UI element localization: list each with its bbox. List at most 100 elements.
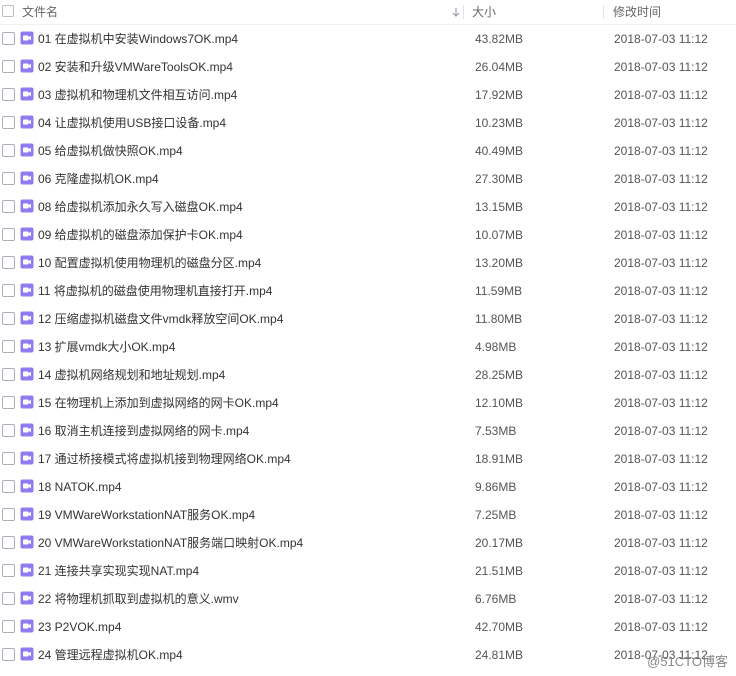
row-checkbox[interactable]	[2, 564, 15, 577]
file-row[interactable]: 02 安装和升级VMWareToolsOK.mp4 26.04MB 2018-07-…	[0, 53, 736, 81]
file-size: 13.20MB	[475, 256, 524, 270]
file-row[interactable]: 22 将物理机抓取到虚拟机的意义.wmv 6.76MB 2018-07-03 11:…	[0, 585, 736, 613]
file-row[interactable]: 11 将虚拟机的磁盘使用物理机直接打开.mp4 11.59MB 2018-07-03…	[0, 277, 736, 305]
file-name[interactable]: 14 虚拟机网络规划和地址规划.mp4	[38, 361, 225, 389]
file-size: 7.53MB	[475, 424, 517, 438]
file-modified-date: 2018-07-03 11:12	[614, 452, 708, 466]
file-name[interactable]: 02 安装和升级VMWareToolsOK.mp4	[38, 53, 233, 81]
file-name[interactable]: 24 管理远程虚拟机OK.mp4	[38, 641, 183, 669]
file-name[interactable]: 15 在物理机上添加到虚拟网络的网卡OK.mp4	[38, 389, 279, 417]
file-row[interactable]: 14 虚拟机网络规划和地址规划.mp4 28.25MB 2018-07-03 11:…	[0, 361, 736, 389]
file-row[interactable]: 24 管理远程虚拟机OK.mp4 24.81MB 2018-07-03 11:12	[0, 641, 736, 669]
row-checkbox[interactable]	[2, 340, 15, 353]
row-checkbox[interactable]	[2, 172, 15, 185]
file-name[interactable]: 10 配置虚拟机使用物理机的磁盘分区.mp4	[38, 249, 261, 277]
row-checkbox[interactable]	[2, 368, 15, 381]
file-name[interactable]: 09 给虚拟机的磁盘添加保护卡OK.mp4	[38, 221, 243, 249]
file-row[interactable]: 10 配置虚拟机使用物理机的磁盘分区.mp4 13.20MB 2018-07-03 …	[0, 249, 736, 277]
file-size: 10.23MB	[475, 116, 524, 130]
file-name[interactable]: 20 VMWareWorkstationNAT服务端口映射OK.mp4	[38, 529, 303, 557]
file-modified-date: 2018-07-03 11:12	[614, 116, 708, 130]
column-header-name-label: 文件名	[22, 5, 59, 19]
file-row[interactable]: 03 虚拟机和物理机文件相互访问.mp4 17.92MB 2018-07-03 11…	[0, 81, 736, 109]
file-row[interactable]: 23 P2VOK.mp4 42.70MB 2018-07-03 11:12	[0, 613, 736, 641]
file-row[interactable]: 12 压缩虚拟机磁盘文件vmdk释放空间OK.mp4 11.80MB 2018-07…	[0, 305, 736, 333]
file-size: 17.92MB	[475, 88, 524, 102]
row-checkbox[interactable]	[2, 228, 15, 241]
file-size: 7.25MB	[475, 508, 517, 522]
video-file-icon	[20, 339, 34, 353]
row-checkbox[interactable]	[2, 32, 15, 45]
video-file-icon	[20, 535, 34, 549]
column-header-date-label: 修改时间	[613, 5, 662, 19]
row-checkbox[interactable]	[2, 536, 15, 549]
file-name[interactable]: 23 P2VOK.mp4	[38, 613, 121, 641]
file-name[interactable]: 08 给虚拟机添加永久写入磁盘OK.mp4	[38, 193, 243, 221]
file-row[interactable]: 19 VMWareWorkstationNAT服务OK.mp4 7.25MB 201…	[0, 501, 736, 529]
file-row[interactable]: 06 克隆虚拟机OK.mp4 27.30MB 2018-07-03 11:12	[0, 165, 736, 193]
row-checkbox[interactable]	[2, 648, 15, 661]
file-row[interactable]: 13 扩展vmdk大小OK.mp4 4.98MB 2018-07-03 11:12	[0, 333, 736, 361]
file-name[interactable]: 16 取消主机连接到虚拟网络的网卡.mp4	[38, 417, 249, 445]
video-file-icon	[20, 255, 34, 269]
row-checkbox[interactable]	[2, 88, 15, 101]
file-name[interactable]: 11 将虚拟机的磁盘使用物理机直接打开.mp4	[38, 277, 272, 305]
row-checkbox[interactable]	[2, 200, 15, 213]
file-row[interactable]: 21 连接共享实现实现NAT.mp4 21.51MB 2018-07-03 11:1…	[0, 557, 736, 585]
file-modified-date: 2018-07-03 11:12	[614, 564, 708, 578]
video-file-icon	[20, 451, 34, 465]
row-checkbox[interactable]	[2, 508, 15, 521]
row-checkbox[interactable]	[2, 256, 15, 269]
video-file-icon	[20, 31, 34, 45]
video-file-icon	[20, 311, 34, 325]
column-header-date[interactable]: 修改时间	[604, 0, 736, 24]
row-checkbox[interactable]	[2, 620, 15, 633]
file-row[interactable]: 04 让虚拟机使用USB接口设备.mp4 10.23MB 2018-07-03 11…	[0, 109, 736, 137]
row-checkbox[interactable]	[2, 424, 15, 437]
file-name[interactable]: 13 扩展vmdk大小OK.mp4	[38, 333, 175, 361]
video-file-icon	[20, 59, 34, 73]
file-name[interactable]: 04 让虚拟机使用USB接口设备.mp4	[38, 109, 226, 137]
file-row[interactable]: 17 通过桥接模式将虚拟机接到物理网络OK.mp4 18.91MB 2018-07-…	[0, 445, 736, 473]
video-file-icon	[20, 115, 34, 129]
row-checkbox[interactable]	[2, 312, 15, 325]
file-row[interactable]: 08 给虚拟机添加永久写入磁盘OK.mp4 13.15MB 2018-07-03 1…	[0, 193, 736, 221]
file-name[interactable]: 17 通过桥接模式将虚拟机接到物理网络OK.mp4	[38, 445, 291, 473]
row-checkbox[interactable]	[2, 396, 15, 409]
file-row[interactable]: 20 VMWareWorkstationNAT服务端口映射OK.mp4 20.17…	[0, 529, 736, 557]
column-header-name[interactable]: 文件名	[0, 0, 462, 24]
video-file-icon	[20, 423, 34, 437]
file-row[interactable]: 15 在物理机上添加到虚拟网络的网卡OK.mp4 12.10MB 2018-07-0…	[0, 389, 736, 417]
file-row[interactable]: 18 NATOK.mp4 9.86MB 2018-07-03 11:12	[0, 473, 736, 501]
row-checkbox[interactable]	[2, 144, 15, 157]
file-size: 12.10MB	[475, 396, 524, 410]
video-file-icon	[20, 563, 34, 577]
sort-arrow-icon[interactable]	[452, 7, 460, 17]
file-size: 20.17MB	[475, 536, 524, 550]
row-checkbox[interactable]	[2, 592, 15, 605]
file-row[interactable]: 16 取消主机连接到虚拟网络的网卡.mp4 7.53MB 2018-07-03 11…	[0, 417, 736, 445]
row-checkbox[interactable]	[2, 116, 15, 129]
row-checkbox[interactable]	[2, 284, 15, 297]
file-size: 4.98MB	[475, 340, 517, 354]
file-name[interactable]: 01 在虚拟机中安装Windows7OK.mp4	[38, 25, 238, 53]
file-name[interactable]: 18 NATOK.mp4	[38, 473, 122, 501]
row-checkbox[interactable]	[2, 480, 15, 493]
select-all-checkbox[interactable]	[2, 5, 14, 17]
row-checkbox[interactable]	[2, 452, 15, 465]
file-row[interactable]: 01 在虚拟机中安装Windows7OK.mp4 43.82MB 2018-07-0…	[0, 25, 736, 53]
file-name[interactable]: 12 压缩虚拟机磁盘文件vmdk释放空间OK.mp4	[38, 305, 283, 333]
row-checkbox[interactable]	[2, 60, 15, 73]
file-modified-date: 2018-07-03 11:12	[614, 480, 708, 494]
file-name[interactable]: 22 将物理机抓取到虚拟机的意义.wmv	[38, 585, 239, 613]
file-name[interactable]: 19 VMWareWorkstationNAT服务OK.mp4	[38, 501, 255, 529]
column-header-size[interactable]: 大小	[464, 0, 602, 24]
file-name[interactable]: 21 连接共享实现实现NAT.mp4	[38, 557, 199, 585]
file-name[interactable]: 06 克隆虚拟机OK.mp4	[38, 165, 159, 193]
file-modified-date: 2018-07-03 11:12	[614, 88, 708, 102]
file-row[interactable]: 09 给虚拟机的磁盘添加保护卡OK.mp4 10.07MB 2018-07-03 1…	[0, 221, 736, 249]
file-name[interactable]: 05 给虚拟机做快照OK.mp4	[38, 137, 183, 165]
file-name[interactable]: 03 虚拟机和物理机文件相互访问.mp4	[38, 81, 237, 109]
file-size: 18.91MB	[475, 452, 524, 466]
file-row[interactable]: 05 给虚拟机做快照OK.mp4 40.49MB 2018-07-03 11:12	[0, 137, 736, 165]
